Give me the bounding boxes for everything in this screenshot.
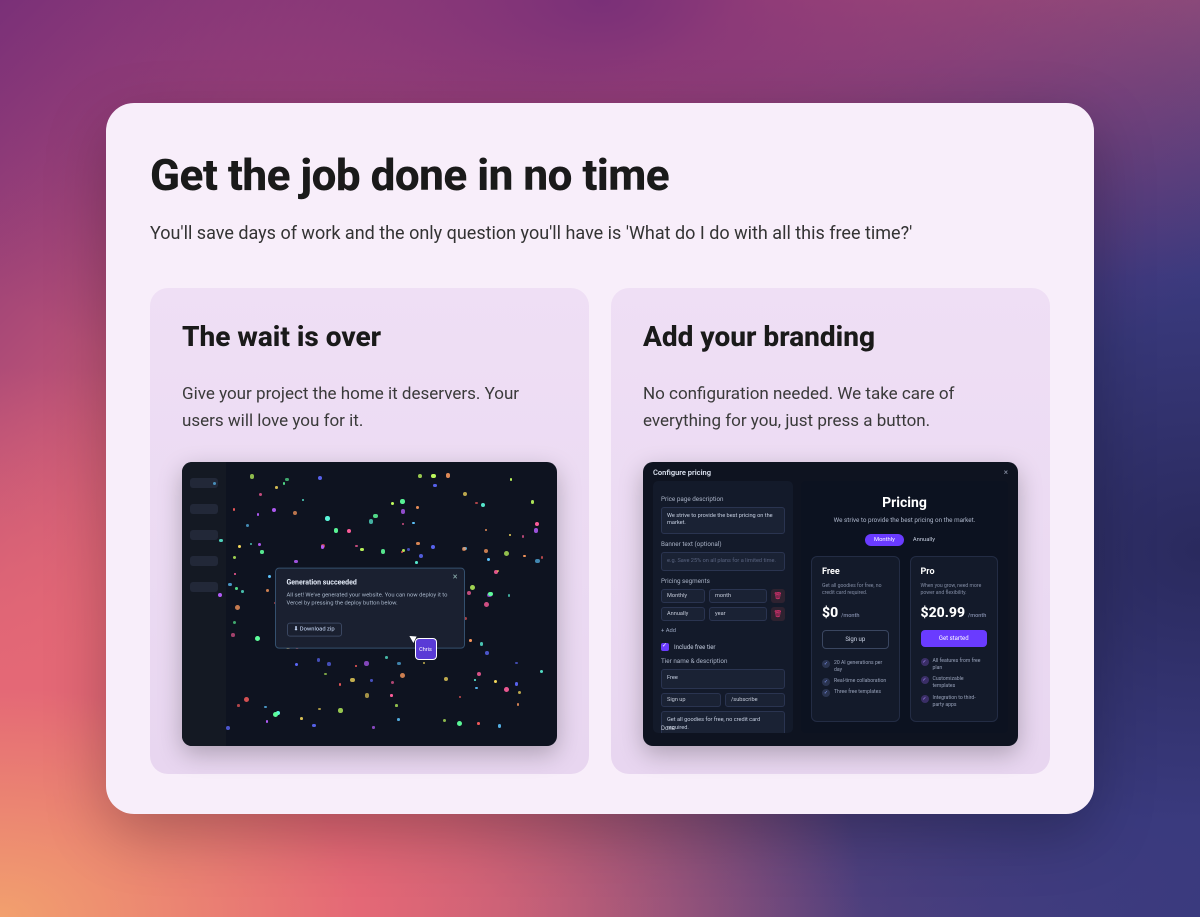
plan-feature: Customizable templates	[921, 674, 988, 692]
add-segment-button[interactable]: + Add	[661, 625, 785, 639]
feature-title: Add your branding	[643, 320, 1018, 353]
segment-unit-input[interactable]: month	[709, 589, 767, 603]
modal-header: Configure pricing ×	[643, 462, 1018, 481]
sidebar-item	[190, 556, 218, 566]
plan-card-pro: Pro When you grow, need more power and f…	[910, 556, 999, 722]
include-free-checkbox[interactable]: Include free tier	[661, 643, 785, 651]
feature-title: The wait is over	[182, 320, 557, 353]
plan-desc: When you grow, need more power and flexi…	[921, 583, 988, 597]
plan-price: $20.99/month	[921, 605, 988, 621]
plan-feature: All features from free plan	[921, 656, 988, 674]
toggle-annually[interactable]: Annually	[904, 534, 944, 546]
pricing-title: Pricing	[811, 495, 998, 511]
plan-desc: Get all goodies for free, no credit card…	[822, 583, 889, 597]
plan-get-started-button[interactable]: Get started	[921, 630, 988, 647]
cta-label-input[interactable]: Sign up	[661, 693, 721, 707]
plan-feature: Three free templates	[822, 687, 889, 698]
field-label: Tier name & description	[661, 657, 785, 665]
checkbox-label: Include free tier	[674, 644, 715, 651]
price-value: $0	[822, 605, 838, 621]
billing-toggle: Monthly Annually	[811, 534, 998, 546]
collaborator-cursor: Chris	[415, 638, 437, 660]
field-label: Banner text (optional)	[661, 540, 785, 548]
cta-url-input[interactable]: /subscribe	[725, 693, 785, 707]
tier-name-input[interactable]: Free	[661, 669, 785, 689]
feature-body: No configuration needed. We take care of…	[643, 381, 1018, 434]
plan-feature: Real-time collaboration	[822, 676, 889, 687]
plan-feature: Integration to third-party apps	[921, 693, 988, 711]
sidebar-item	[190, 530, 218, 540]
segment-row: Monthly month 🗑	[661, 589, 785, 603]
download-zip-button[interactable]: ⬇ Download zip	[287, 622, 342, 636]
screenshot-generation-succeeded: × Generation succeeded All set! We've ge…	[182, 462, 557, 746]
segment-name-input[interactable]: Annually	[661, 607, 705, 621]
plan-price: $0/month	[822, 605, 889, 621]
feature-grid: The wait is over Give your project the h…	[150, 288, 1050, 774]
app-sidebar	[182, 462, 226, 746]
success-toast: × Generation succeeded All set! We've ge…	[275, 567, 465, 648]
banner-input[interactable]: e.g. Save 25% on all plans for a limited…	[661, 552, 785, 572]
hero-title: Get the job done in no time	[150, 149, 1050, 201]
checkbox-checked-icon	[661, 643, 669, 651]
hero-lead: You'll save days of work and the only qu…	[150, 223, 1050, 244]
segment-unit-input[interactable]: year	[709, 607, 767, 621]
cta-row: Sign up /subscribe	[661, 693, 785, 707]
sidebar-item	[190, 582, 218, 592]
cursor-label: Chris	[416, 639, 436, 661]
sidebar-item	[190, 504, 218, 514]
plan-feature: 20 AI generations per day	[822, 658, 889, 676]
plan-card-free: Free Get all goodies for free, no credit…	[811, 556, 900, 722]
segment-name-input[interactable]: Monthly	[661, 589, 705, 603]
plan-name: Pro	[921, 567, 988, 577]
config-panel: Price page description We strive to prov…	[653, 481, 793, 733]
trash-icon[interactable]: 🗑	[771, 589, 785, 603]
toast-body: All set! We've generated your website. Y…	[287, 591, 453, 608]
close-icon[interactable]: ×	[1004, 468, 1008, 477]
toggle-monthly[interactable]: Monthly	[865, 534, 904, 546]
feature-add-branding: Add your branding No configuration neede…	[611, 288, 1050, 774]
trash-icon[interactable]: 🗑	[771, 607, 785, 621]
plan-feature-list: All features from free plan Customizable…	[921, 656, 988, 711]
pricing-preview: Pricing We strive to provide the best pr…	[801, 481, 1008, 733]
description-textarea[interactable]: We strive to provide the best pricing on…	[661, 507, 785, 534]
modal-title: Configure pricing	[653, 468, 711, 477]
feature-wait-is-over: The wait is over Give your project the h…	[150, 288, 589, 774]
field-label: Price page description	[661, 495, 785, 503]
plan-name: Free	[822, 567, 889, 577]
plan-signup-button[interactable]: Sign up	[822, 630, 889, 649]
hero-card: Get the job done in no time You'll save …	[106, 103, 1094, 814]
screenshot-pricing-config: Configure pricing × Price page descripti…	[643, 462, 1018, 746]
price-period: /month	[968, 613, 986, 619]
price-value: $20.99	[921, 605, 966, 621]
tier-desc-input[interactable]: Get all goodies for free, no credit card…	[661, 711, 785, 733]
feature-body: Give your project the home it deservers.…	[182, 381, 557, 434]
price-period: /month	[841, 613, 859, 619]
plan-feature-list: 20 AI generations per day Real-time coll…	[822, 658, 889, 699]
done-button[interactable]: Done	[661, 725, 675, 732]
toast-title: Generation succeeded	[287, 578, 453, 586]
pricing-subtitle: We strive to provide the best pricing on…	[811, 516, 998, 524]
field-label: Pricing segments	[661, 577, 785, 585]
segment-row: Annually year 🗑	[661, 607, 785, 621]
close-icon[interactable]: ×	[453, 572, 458, 582]
